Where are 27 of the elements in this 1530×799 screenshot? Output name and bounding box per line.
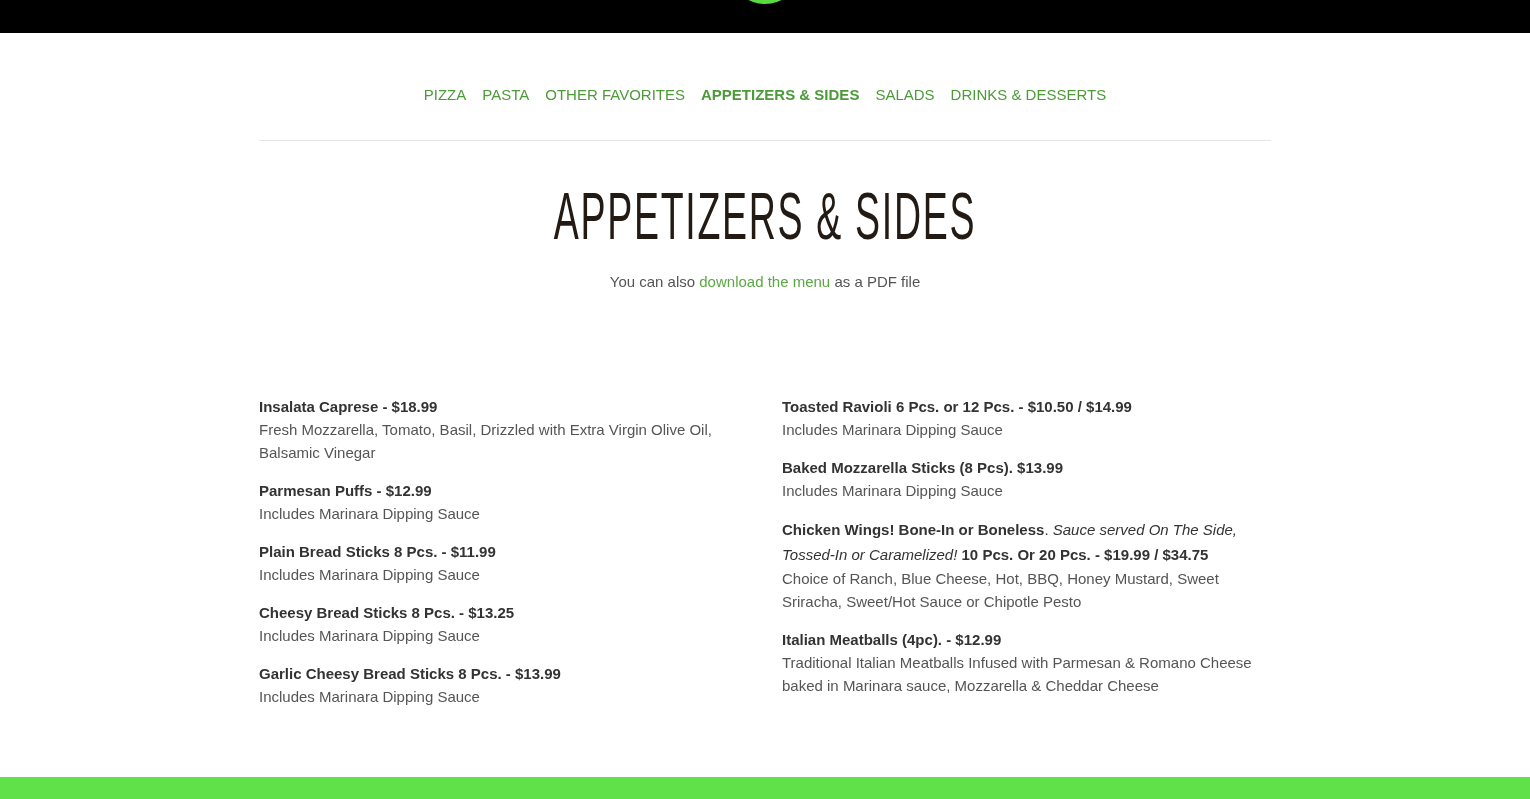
item-description: Includes Marinara Dipping Sauce xyxy=(782,420,1004,440)
item-title: Parmesan Puffs - $12.99 xyxy=(259,481,433,501)
item-title: Baked Mozzarella Sticks (8 Pcs). $13.99 xyxy=(782,458,1064,478)
category-tab[interactable]: PIZZA xyxy=(423,85,467,105)
download-link[interactable]: download the menu xyxy=(699,273,831,290)
item-description: Includes Marinara Dipping Sauce xyxy=(259,565,481,585)
item-description: Includes Marinara Dipping Sauce xyxy=(259,687,481,707)
page-title: APPETIZERS & SIDES xyxy=(553,182,977,249)
item-description: Includes Marinara Dipping Sauce xyxy=(259,626,481,646)
item-title: Insalata Caprese - $18.99 xyxy=(259,397,439,417)
item-description: Includes Marinara Dipping Sauce xyxy=(259,504,481,524)
item-description: Traditional Italian Meatballs Infused with Parmesan & Romano Cheese baked in Marinara sauce, Mozzarella & Cheddar Cheese xyxy=(782,653,1253,696)
item-description: Includes Marinara Dipping Sauce xyxy=(782,481,1004,501)
item-title: Plain Bread Sticks 8 Pcs. - $11.99 xyxy=(259,542,497,562)
item-title: Toasted Ravioli 6 Pcs. or 12 Pcs. - $10.50 / $14.99 xyxy=(782,397,1133,417)
item-title: Chicken Wings! Bone-In or Boneless. Sauce served On The Side, Tossed-In or Caramelized! 10 Pcs. Or 20 Pcs. - $19.99 / $34.75 xyxy=(782,520,1239,565)
item-title: Garlic Cheesy Bread Sticks 8 Pcs. - $13.99 xyxy=(259,664,562,684)
download-note: You can also download the menu as a PDF file xyxy=(608,272,922,292)
item-description: Fresh Mozzarella, Tomato, Basil, Drizzled with Extra Virgin Olive Oil, Balsamic Vinegar xyxy=(259,420,713,463)
item-title: Cheesy Bread Sticks 8 Pcs. - $13.25 xyxy=(259,603,516,623)
item-description: Choice of Ranch, Blue Cheese, Hot, BBQ, Honey Mustard, Sweet Sriracha, Sweet/Hot Sauce or Chipotle Pesto xyxy=(782,569,1220,612)
item-title: Italian Meatballs (4pc). - $12.99 xyxy=(782,630,1003,650)
category-tab[interactable]: OTHER FAVORITES xyxy=(545,85,685,105)
category-tab[interactable]: PASTA xyxy=(482,85,530,105)
category-tab[interactable]: APPETIZERS & SIDES xyxy=(701,85,860,105)
category-tab[interactable]: DRINKS & DESSERTS xyxy=(950,85,1107,105)
category-tab[interactable]: SALADS xyxy=(875,85,935,105)
